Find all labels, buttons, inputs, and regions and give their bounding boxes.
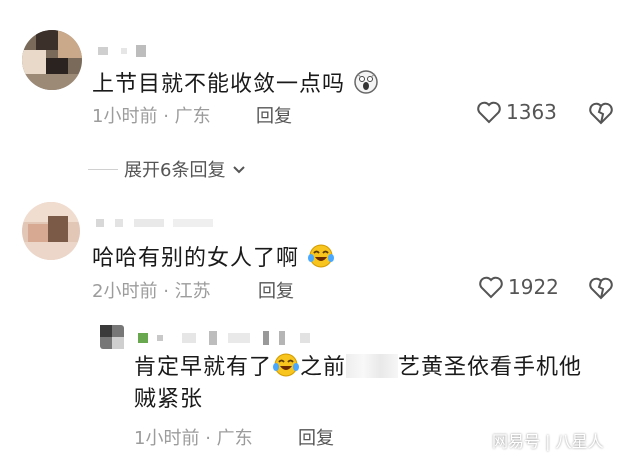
- heart-outline-icon: [479, 276, 503, 299]
- broken-heart-icon[interactable]: [588, 101, 614, 125]
- commenter-1-name-redacted[interactable]: [98, 40, 147, 57]
- tears-of-joy-emoji: [273, 353, 300, 377]
- expand-replies-label: 展开6条回复: [124, 160, 226, 181]
- chevron-down-icon: [233, 166, 246, 174]
- commenter-1-avatar[interactable]: [22, 30, 82, 90]
- reply-reply-button[interactable]: 回复: [298, 424, 334, 450]
- heart-outline-icon: [477, 101, 501, 124]
- expand-replies-button[interactable]: 展开6条回复: [88, 156, 247, 182]
- reply-text: 肯定早就有了 之前 艺黄圣依看手机他 贼紧张: [134, 352, 630, 416]
- comment-2-like-button[interactable]: 1922: [478, 275, 559, 299]
- comment-2-text: 哈哈有别的女人了啊: [92, 240, 335, 272]
- replier-avatar[interactable]: [100, 325, 124, 349]
- replier-name-redacted[interactable]: [138, 327, 310, 345]
- comment-2-like-count: 1922: [508, 275, 559, 299]
- comment-1-text: 上节目就不能收敛一点吗: [92, 66, 379, 98]
- reply-meta: 1小时前 · 广东: [134, 428, 253, 449]
- comment-1-reply-button[interactable]: 回复: [256, 102, 292, 128]
- expand-divider: [88, 168, 118, 170]
- comment-2-reply-button[interactable]: 回复: [258, 277, 294, 303]
- broken-heart-icon[interactable]: [588, 276, 614, 300]
- comment-1-meta: 1小时前 · 广东: [92, 106, 211, 127]
- comment-1-like-button[interactable]: 1363: [476, 100, 557, 124]
- comment-1-like-count: 1363: [506, 100, 557, 124]
- commenter-2-avatar[interactable]: [22, 202, 80, 260]
- redacted-text-block: [346, 354, 399, 378]
- watermark: 网易号 | 八星人: [492, 432, 604, 451]
- commenter-2-name-redacted[interactable]: [96, 212, 214, 227]
- comment-2-meta: 2小时前 · 江苏: [92, 281, 211, 302]
- shocked-face-emoji: [354, 70, 378, 94]
- tears-of-joy-emoji: [308, 244, 335, 268]
